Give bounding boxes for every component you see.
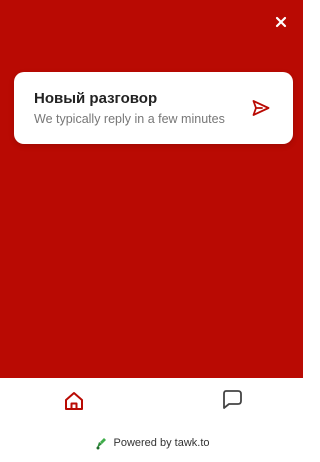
chat-widget: Новый разговор We typically reply in a f…: [0, 0, 303, 462]
send-icon: [252, 100, 270, 116]
tawk-logo-icon: [96, 438, 106, 450]
hero-panel: Новый разговор We typically reply in a f…: [0, 0, 303, 378]
bottom-nav: [0, 378, 303, 424]
new-conversation-card[interactable]: Новый разговор We typically reply in a f…: [14, 72, 293, 144]
home-icon: [65, 392, 83, 410]
card-subtitle: We typically reply in a few minutes: [34, 112, 225, 126]
nav-home-button[interactable]: [52, 386, 96, 416]
footer: Powered by tawk.to: [0, 424, 303, 462]
card-title: Новый разговор: [34, 90, 158, 107]
nav-chat-button[interactable]: [210, 384, 254, 414]
powered-by-text: Powered by tawk.to: [113, 437, 210, 449]
chat-icon: [223, 390, 242, 409]
close-button[interactable]: [271, 12, 291, 32]
close-icon: [275, 16, 287, 28]
powered-by-link[interactable]: Powered by tawk.to: [94, 436, 210, 450]
